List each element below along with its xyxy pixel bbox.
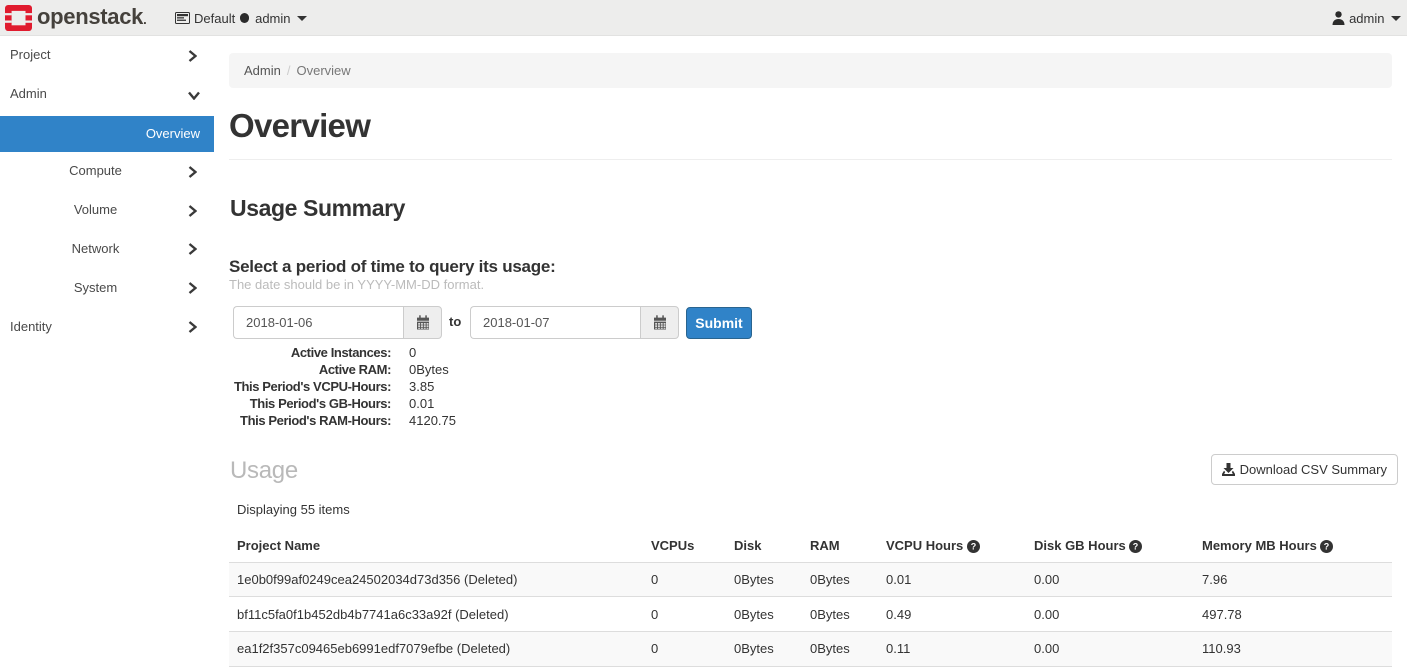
svg-text:?: ?	[1133, 541, 1139, 551]
svg-text:?: ?	[1324, 541, 1330, 551]
svg-text:?: ?	[971, 541, 977, 551]
